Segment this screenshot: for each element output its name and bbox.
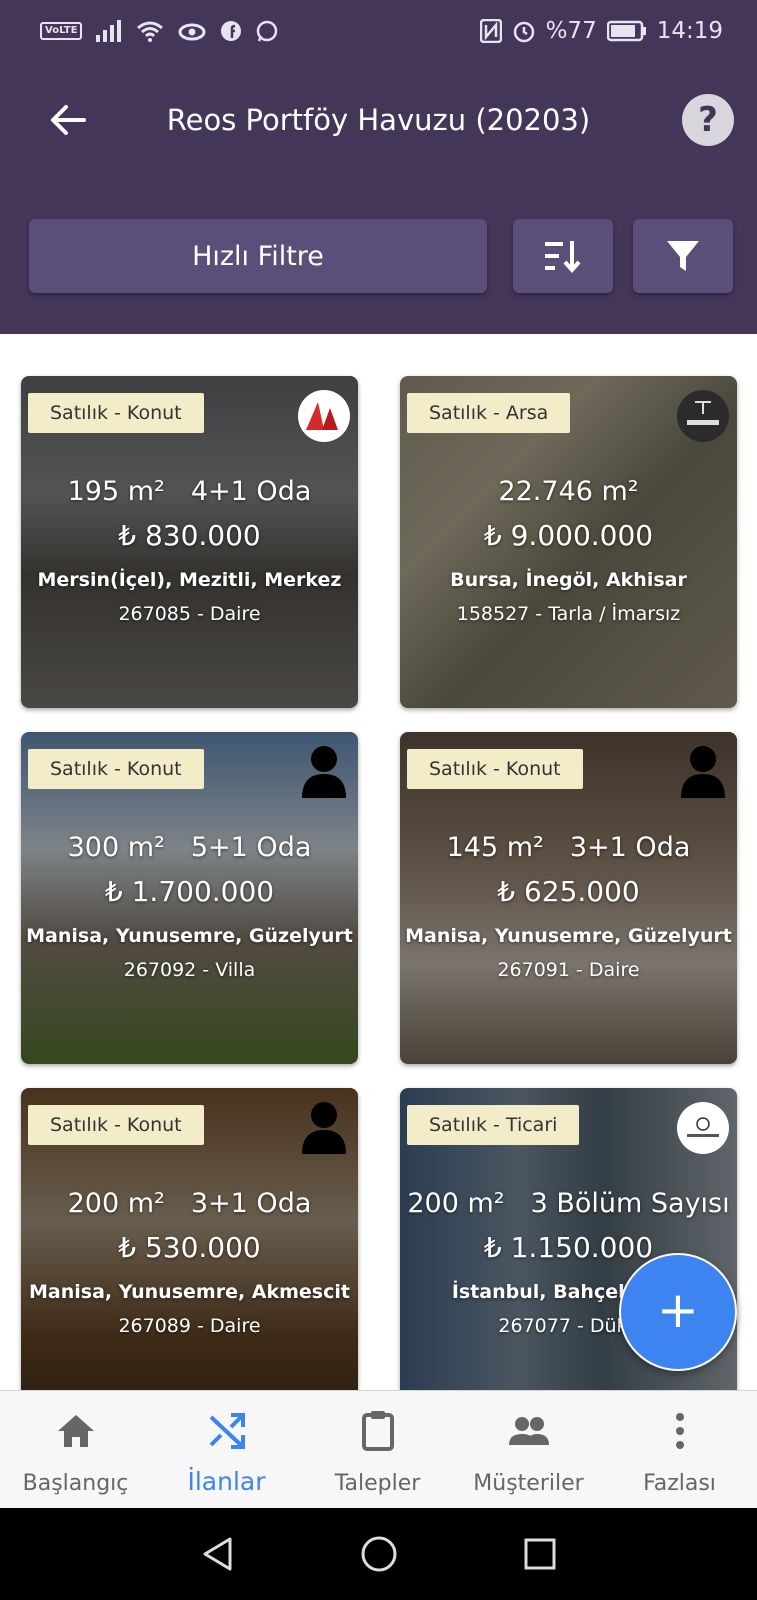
listing-rooms: 3+1 Oda [190,1188,312,1219]
nav-item-label: Başlangıç [22,1471,129,1496]
help-icon[interactable]: ? [682,94,734,146]
filter-button[interactable] [633,219,733,293]
listing-card[interactable]: Satılık - Konut 145 m² 3+1 Oda ₺ 625.000 … [400,732,737,1064]
listing-reference: 158527 - Tarla / İmarsız [456,603,681,625]
listing-location: Mersin(İçel), Mezitli, Merkez [37,569,342,591]
battery-icon [606,20,646,42]
nav-item-label: Fazlası [643,1471,716,1496]
nav-item-label: Müşteriler [473,1471,584,1496]
page-title: Reos Portföy Havuzu (20203) [166,103,591,137]
person-icon [681,746,725,798]
listing-price: ₺ 530.000 [118,1231,261,1264]
listing-reference: 267092 - Villa [123,959,256,981]
listing-area: 145 m² [446,832,544,863]
listing-reference: 267091 - Daire [497,959,640,981]
system-back-icon[interactable] [200,1536,236,1572]
listing-card[interactable]: Satılık - Arsa 22.746 m² ₺ 9.000.000 Bur… [400,376,737,708]
listing-location: Manisa, Yunusemre, Güzelyurt [405,925,732,947]
nfc-icon [479,19,502,43]
listing-type-badge: Satılık - Konut [407,749,583,789]
status-bar: VoLTE %77 14:19 [0,0,757,66]
battery-percent: %77 [545,18,597,44]
listing-area: 200 m² [407,1188,505,1219]
listing-type-badge: Satılık - Ticari [407,1105,580,1145]
nav-item-label: İlanlar [187,1467,266,1496]
system-home-icon[interactable] [360,1535,398,1573]
agency-round-logo [677,1102,729,1154]
sort-button[interactable] [513,219,613,293]
clipboard-icon [361,1411,394,1451]
listing-location: Manisa, Yunusemre, Akmescit [29,1281,350,1303]
listing-price: ₺ 9.000.000 [483,519,654,552]
filter-icon [667,241,699,271]
more-vert-icon [675,1413,684,1449]
shuffle-icon [209,1413,245,1449]
whatsapp-icon [257,20,278,42]
senollar-logo [677,390,729,442]
listing-card[interactable]: Satılık - Konut 300 m² 5+1 Oda ₺ 1.700.00… [21,732,358,1064]
listing-area: 22.746 m² [498,476,639,507]
nav-item-requests[interactable]: Talepler [302,1391,453,1509]
facebook-icon [221,21,242,41]
eye-icon [178,23,206,41]
nav-item-home[interactable]: Başlangıç [0,1391,151,1509]
realty-world-logo [298,390,350,442]
listing-reference: 267089 - Daire [118,1315,261,1337]
listing-area: 300 m² [67,832,165,863]
listing-rooms: 4+1 Oda [190,476,312,507]
system-recents-icon[interactable] [523,1537,557,1571]
wifi-icon [137,21,164,42]
nav-item-more[interactable]: Fazlası [604,1391,755,1509]
listing-reference: 267085 - Daire [118,603,261,625]
home-icon [57,1415,94,1447]
volte-indicator: VoLTE [40,22,83,40]
system-navigation-bar [0,1508,757,1600]
signal-icon [96,20,122,42]
listing-rooms: 5+1 Oda [190,832,312,863]
app-bar: Reos Portföy Havuzu (20203) ? Hızlı Filt… [0,66,757,334]
listing-location: Manisa, Yunusemre, Güzelyurt [26,925,353,947]
listing-area: 195 m² [67,476,165,507]
add-listing-button[interactable]: + [619,1253,737,1371]
nav-item-listings[interactable]: İlanlar [151,1391,302,1509]
listing-price: ₺ 625.000 [497,875,640,908]
nav-item-customers[interactable]: Müşteriler [453,1391,604,1509]
listing-type-badge: Satılık - Konut [28,393,204,433]
quick-filter-button[interactable]: Hızlı Filtre [29,219,487,293]
nav-item-label: Talepler [334,1471,421,1496]
listing-type-badge: Satılık - Konut [28,749,204,789]
bottom-navigation: Başlangıç İlanlar Talepler Müşteriler Fa… [0,1390,757,1509]
listing-price: ₺ 1.700.000 [104,875,275,908]
listing-card[interactable]: Satılık - Konut 195 m² 4+1 Oda ₺ 830.000 … [21,376,358,708]
listing-rooms: 3+1 Oda [569,832,691,863]
alarm-icon [513,21,534,43]
clock: 14:19 [656,18,723,44]
listing-type-badge: Satılık - Konut [28,1105,204,1145]
listing-price: ₺ 830.000 [118,519,261,552]
listing-area: 200 m² [67,1188,165,1219]
listing-location: Bursa, İnegöl, Akhisar [450,569,687,591]
listing-card[interactable]: Satılık - Konut 200 m² 3+1 Oda ₺ 530.000 … [21,1088,358,1420]
people-icon [508,1417,549,1445]
person-icon [302,746,346,798]
back-arrow-icon[interactable] [48,100,88,140]
person-icon [302,1102,346,1154]
listing-type-badge: Satılık - Arsa [407,393,571,433]
sort-icon [545,241,581,274]
listing-rooms: 3 Bölüm Sayısı [530,1188,730,1219]
